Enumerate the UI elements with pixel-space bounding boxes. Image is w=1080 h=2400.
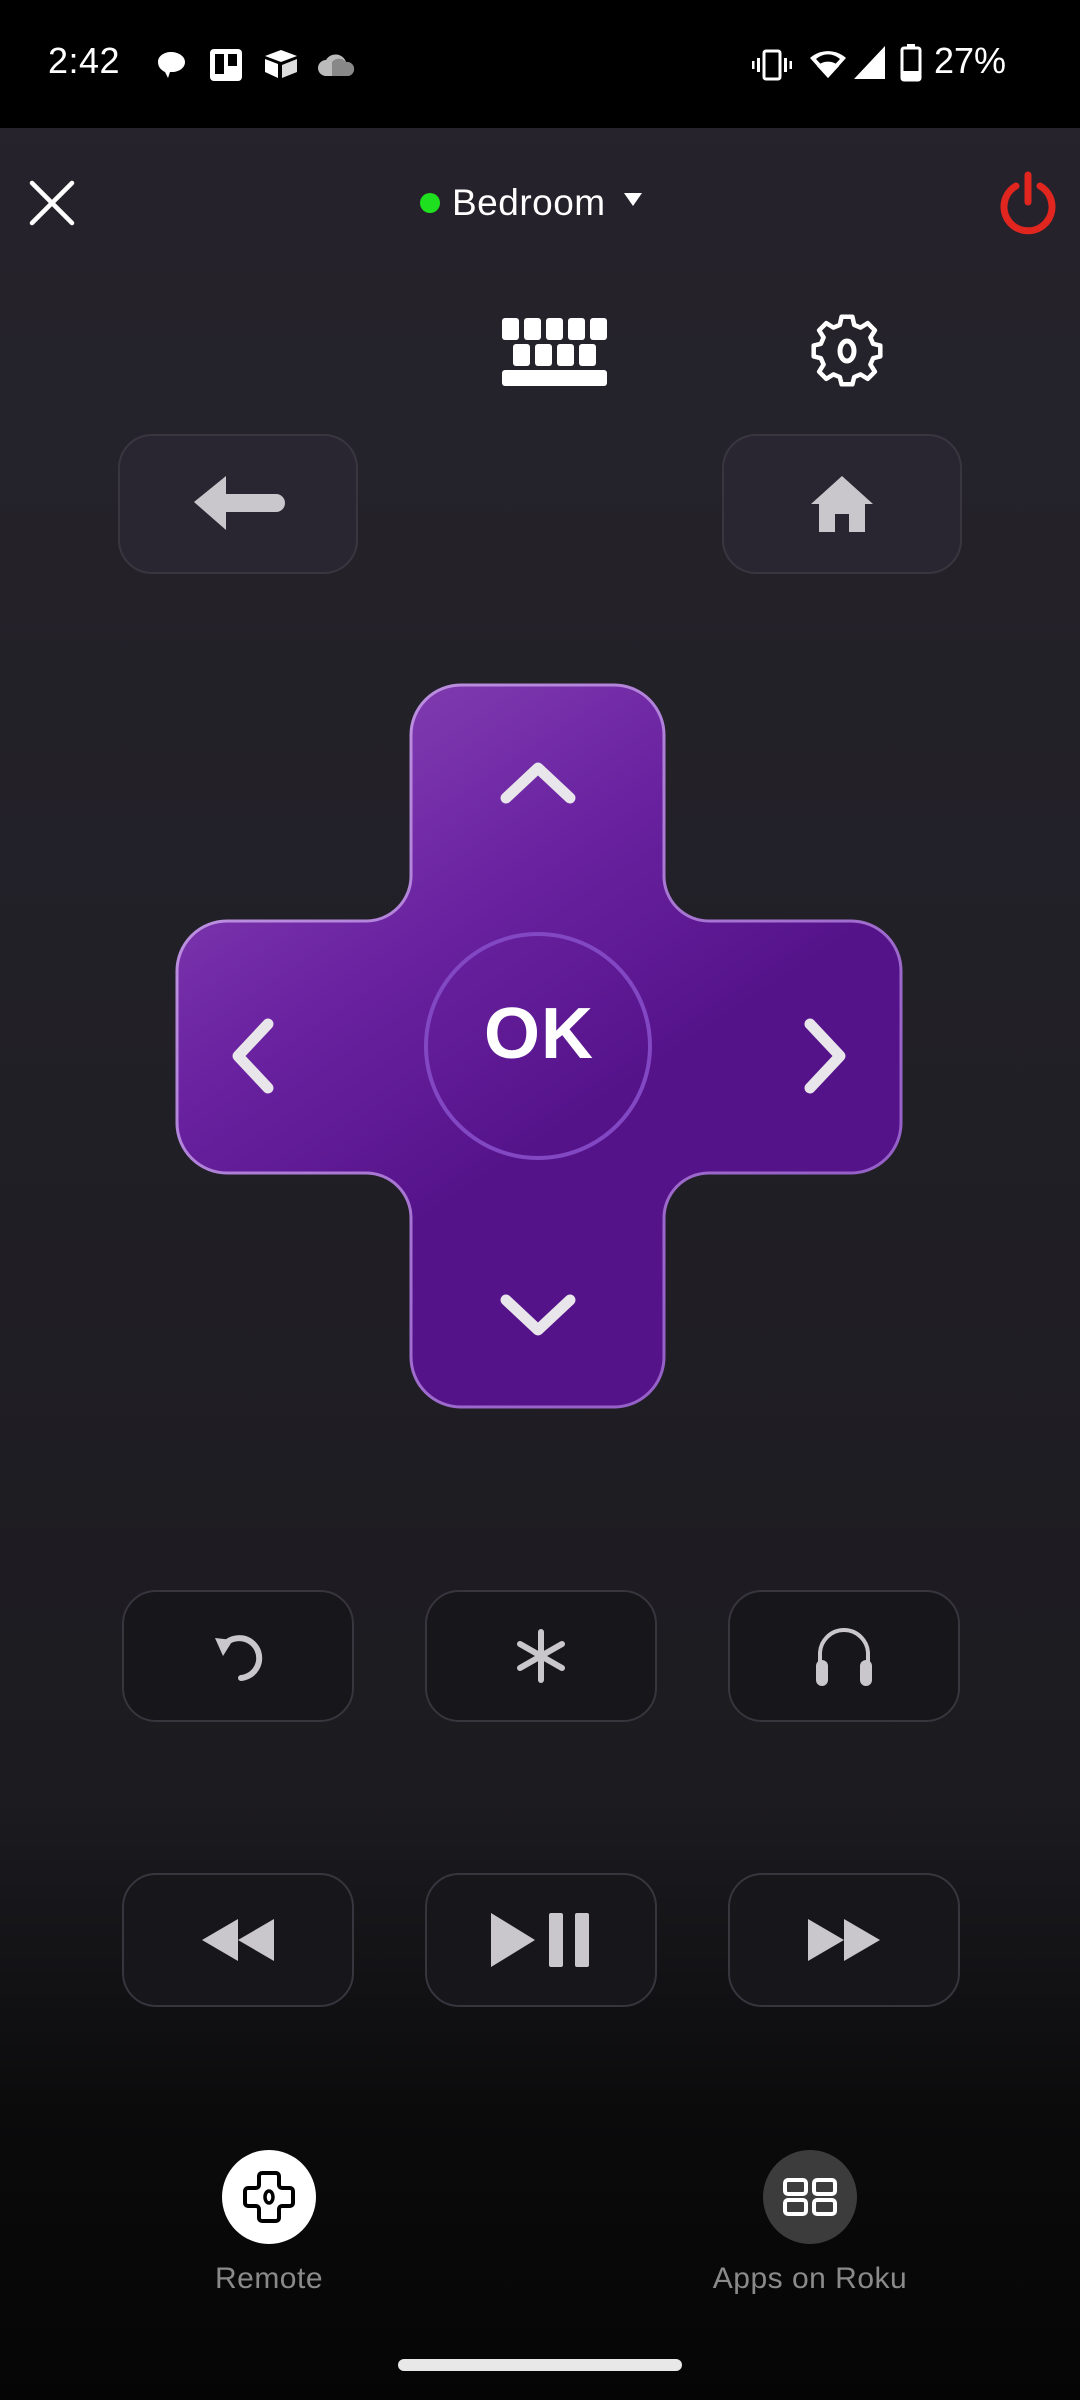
apps-icon-circle bbox=[763, 2150, 857, 2244]
rewind-button[interactable] bbox=[122, 1873, 354, 2007]
onedrive-cloud-icon bbox=[318, 54, 355, 76]
vibrate-icon bbox=[752, 49, 792, 81]
dpad-left-button[interactable] bbox=[177, 919, 422, 1173]
back-arrow-icon bbox=[194, 476, 285, 530]
chat-bubble-icon bbox=[158, 52, 185, 78]
status-time: 2:42 bbox=[48, 40, 121, 81]
nav-item-remote[interactable]: Remote bbox=[139, 2150, 399, 2296]
dpad-right-button[interactable] bbox=[655, 919, 901, 1173]
replay-button[interactable] bbox=[122, 1590, 354, 1722]
device-status-dot bbox=[420, 193, 440, 213]
remote-icon-circle bbox=[222, 2150, 316, 2244]
rewind-icon bbox=[202, 1919, 274, 1961]
back-button[interactable] bbox=[118, 434, 358, 574]
nav-label-apps-on-roku: Apps on Roku bbox=[712, 2262, 908, 2295]
dpad-up-button[interactable] bbox=[411, 685, 665, 915]
home-button[interactable] bbox=[722, 434, 962, 574]
fast-forward-button[interactable] bbox=[728, 1873, 960, 2007]
airtable-icon bbox=[265, 50, 297, 78]
options-button[interactable] bbox=[425, 1590, 657, 1722]
asterisk-icon bbox=[517, 1629, 565, 1683]
home-icon bbox=[811, 476, 873, 532]
ok-button[interactable] bbox=[426, 934, 652, 1160]
dpad-icon bbox=[243, 2171, 295, 2223]
headphones-icon bbox=[816, 1628, 872, 1686]
nav-label-remote: Remote bbox=[214, 2262, 324, 2295]
settings-button[interactable] bbox=[808, 312, 886, 390]
gesture-home-indicator[interactable] bbox=[398, 2359, 682, 2371]
wifi-icon bbox=[810, 51, 846, 78]
play-pause-icon bbox=[491, 1913, 589, 1967]
battery-icon bbox=[900, 44, 922, 82]
status-bar: 2:42 27% bbox=[0, 0, 1080, 128]
cellular-signal-icon bbox=[854, 46, 885, 79]
gear-icon bbox=[811, 314, 883, 387]
power-icon bbox=[1000, 171, 1056, 235]
nav-item-apps-on-roku[interactable]: Apps on Roku bbox=[680, 2150, 940, 2296]
dpad-down-button[interactable] bbox=[411, 1176, 665, 1408]
trello-icon bbox=[210, 49, 242, 81]
private-listening-button[interactable] bbox=[728, 1590, 960, 1722]
caret-down-icon bbox=[623, 192, 642, 206]
play-pause-button[interactable] bbox=[425, 1873, 657, 2007]
close-button[interactable] bbox=[22, 173, 82, 233]
battery-percent: 27% bbox=[934, 40, 1007, 81]
replay-icon bbox=[215, 1635, 263, 1681]
power-button[interactable] bbox=[996, 170, 1060, 236]
fast-forward-icon bbox=[808, 1919, 880, 1961]
keyboard-icon bbox=[502, 318, 607, 386]
close-icon bbox=[29, 180, 75, 226]
device-name: Bedroom bbox=[452, 182, 606, 223]
keyboard-button[interactable] bbox=[492, 312, 624, 388]
apps-grid-icon bbox=[783, 2178, 837, 2216]
device-selector[interactable]: Bedroom bbox=[420, 178, 642, 228]
